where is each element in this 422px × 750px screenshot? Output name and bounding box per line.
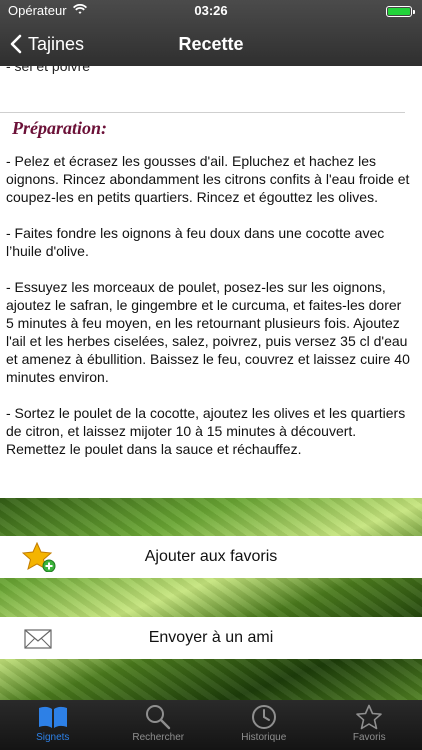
tab-label: Favoris	[352, 732, 386, 743]
section-divider	[0, 112, 405, 113]
page-title: Recette	[178, 34, 244, 54]
add-favorite-label: Ajouter aux favoris	[144, 548, 278, 565]
battery-level	[388, 8, 410, 15]
tab-signets[interactable]: Signets	[0, 700, 106, 750]
tab-label: Signets	[36, 732, 70, 743]
navigation-bar: Tajines Recette	[0, 22, 422, 66]
ingredient-line: - sel et poivre	[6, 66, 91, 74]
tab-favoris[interactable]: Favoris	[317, 700, 422, 750]
book-icon	[38, 706, 67, 728]
preparation-paragraph: - Essuyez les morceaux de poulet, posez-…	[6, 279, 410, 385]
section-title: Préparation:	[12, 118, 108, 138]
battery-icon	[386, 6, 415, 17]
clock-icon	[251, 705, 276, 729]
preparation-paragraph: - Faites fondre les oignons à feu doux d…	[6, 225, 385, 259]
preparation-text: - Pelez et écrasez les gousses d'ail. Ep…	[6, 152, 410, 476]
tab-label: Historique	[241, 732, 287, 743]
tab-bar: Signets Rechercher Historique Favoris	[0, 700, 422, 750]
preparation-paragraph: - Pelez et écrasez les gousses d'ail. Ep…	[6, 153, 410, 205]
search-icon	[146, 705, 171, 730]
header: Opérateur 03:26 Tajines Recette	[0, 0, 422, 66]
tab-historique[interactable]: Historique	[211, 700, 317, 750]
add-favorite-button[interactable]: Ajouter aux favoris	[0, 536, 422, 578]
star-icon	[356, 704, 383, 730]
send-to-friend-button[interactable]: Envoyer à un ami	[0, 617, 422, 659]
tab-rechercher[interactable]: Rechercher	[106, 700, 212, 750]
envelope-icon	[22, 623, 56, 653]
leaf-background: Ajouter aux favoris Envoyer à un ami	[0, 498, 422, 700]
tab-label: Rechercher	[132, 732, 185, 743]
send-to-friend-label: Envoyer à un ami	[148, 629, 274, 646]
star-plus-icon	[21, 541, 56, 573]
recipe-content[interactable]: - sel et poivre Préparation: - Pelez et …	[0, 66, 422, 498]
status-bar: Opérateur 03:26	[0, 0, 422, 22]
status-time: 03:26	[194, 3, 228, 18]
preparation-paragraph: - Sortez le poulet de la cocotte, ajoute…	[6, 405, 406, 457]
